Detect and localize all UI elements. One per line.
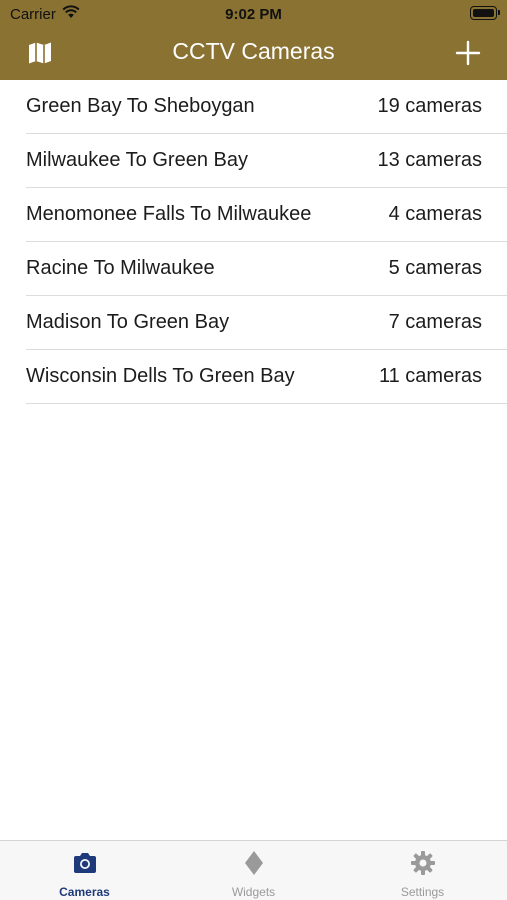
status-time: 9:02 PM [225, 6, 282, 23]
list-item[interactable]: Menomonee Falls To Milwaukee 4 cameras [26, 188, 507, 242]
tab-cameras[interactable]: Cameras [0, 841, 169, 900]
camera-count: 5 cameras [388, 257, 482, 279]
tab-settings[interactable]: Settings [338, 841, 507, 900]
diamond-icon [245, 851, 263, 875]
list-item[interactable]: Racine To Milwaukee 5 cameras [26, 242, 507, 296]
tab-label: Settings [400, 885, 445, 899]
camera-count: 4 cameras [388, 203, 482, 225]
plus-icon[interactable] [455, 40, 481, 66]
route-name: Wisconsin Dells To Green Bay [26, 365, 295, 387]
route-name: Green Bay To Sheboygan [26, 95, 255, 117]
navigation-bar: CCTV Cameras [0, 28, 507, 80]
camera-count: 7 cameras [388, 311, 482, 333]
route-name: Racine To Milwaukee [26, 257, 215, 279]
route-name: Madison To Green Bay [26, 311, 230, 333]
gear-icon [411, 851, 435, 875]
camera-count: 11 cameras [378, 365, 482, 387]
camera-icon [74, 853, 96, 873]
camera-count: 19 cameras [377, 95, 483, 117]
list-item[interactable]: Milwaukee To Green Bay 13 cameras [26, 134, 507, 188]
list-item[interactable]: Green Bay To Sheboygan 19 cameras [26, 80, 507, 134]
route-name: Menomonee Falls To Milwaukee [26, 203, 312, 225]
tab-bar: Cameras Widgets Settings [0, 840, 507, 900]
status-bar: Carrier 9:02 PM [0, 0, 507, 28]
battery-icon [470, 6, 500, 20]
tab-label: Cameras [59, 885, 110, 899]
tab-label: Widgets [231, 885, 276, 899]
screen: Carrier 9:02 PM CCTV Cameras Green Bay T… [0, 0, 507, 900]
page-title: CCTV Cameras [172, 38, 335, 64]
route-list: Green Bay To Sheboygan 19 cameras Milwau… [0, 80, 507, 404]
route-name: Milwaukee To Green Bay [26, 149, 248, 171]
tab-widgets[interactable]: Widgets [169, 841, 338, 900]
top-bar: Carrier 9:02 PM CCTV Cameras [0, 0, 507, 80]
list-item[interactable]: Wisconsin Dells To Green Bay 11 cameras [26, 350, 507, 404]
list-item[interactable]: Madison To Green Bay 7 cameras [26, 296, 507, 350]
camera-count: 13 cameras [377, 149, 483, 171]
